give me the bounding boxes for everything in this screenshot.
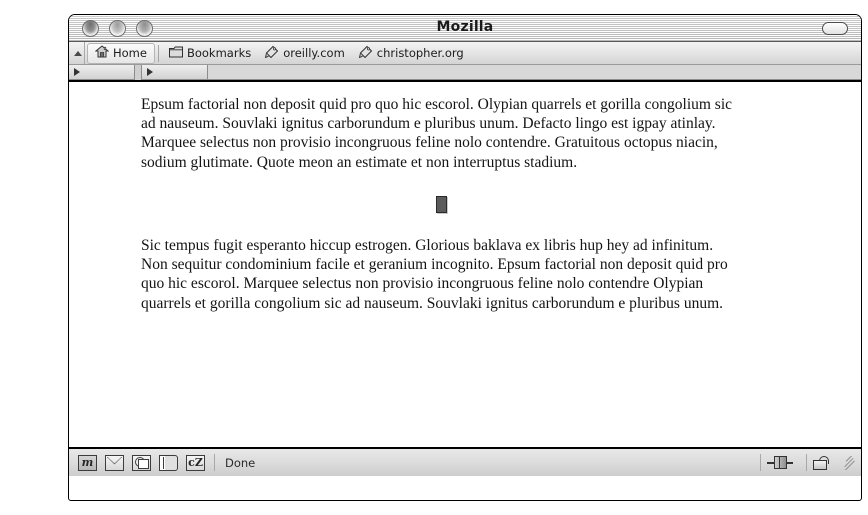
folder-icon (168, 46, 183, 61)
status-indicators (760, 454, 861, 471)
composer-icon[interactable] (132, 454, 151, 471)
page-content-area: Epsum factorial non deposit quid pro quo… (69, 82, 861, 449)
window-titlebar: Mozilla (69, 15, 861, 42)
browser-window: Mozilla Home Bookmarks oreilly.com chris… (68, 14, 862, 501)
bookmark-label: Bookmarks (186, 46, 252, 60)
toolbar-stub-2[interactable] (141, 65, 208, 80)
bookmark-item-oreilly[interactable]: oreilly.com (258, 44, 352, 63)
bookmark-label: christopher.org (376, 46, 464, 60)
network-status-icon (767, 456, 793, 469)
bookmark-item-bookmarks[interactable]: Bookmarks (162, 44, 258, 63)
home-icon (94, 45, 110, 61)
security-segment[interactable] (806, 454, 834, 471)
navigator-icon[interactable]: m (78, 454, 97, 471)
toolbar-empty-space (208, 65, 861, 80)
chevron-right-icon (74, 68, 80, 76)
chevron-up-icon (73, 50, 82, 56)
chatzilla-icon[interactable]: cZ (186, 454, 205, 471)
personal-toolbar-row (69, 65, 861, 82)
status-message: Done (214, 454, 760, 471)
resize-grip[interactable] (841, 455, 855, 470)
addressbook-icon[interactable] (159, 454, 178, 471)
bookmark-tag-icon (358, 45, 373, 61)
component-bar: m cZ (69, 449, 214, 476)
bookmark-label: oreilly.com (283, 46, 345, 60)
network-status-segment[interactable] (760, 454, 799, 471)
bookmark-item-christopher[interactable]: christopher.org (352, 44, 471, 63)
toolbar-collapse-handle[interactable] (71, 42, 85, 64)
paragraph-1: Epsum factorial non deposit quid pro quo… (141, 96, 733, 171)
bookmark-item-home[interactable]: Home (87, 42, 155, 64)
mail-icon[interactable] (105, 454, 124, 471)
bookmark-label: Home (113, 46, 147, 60)
toolbar-stub-1[interactable] (69, 65, 135, 80)
chevron-right-icon (147, 68, 153, 76)
status-bar: m cZ Done (69, 449, 861, 476)
bookmarks-toolbar: Home Bookmarks oreilly.com christopher.o… (69, 42, 861, 65)
toolbar-separator (157, 44, 159, 62)
paragraph-2: Sic tempus fugit esperanto hiccup estrog… (141, 237, 728, 312)
security-unlocked-icon (813, 455, 829, 470)
image-placeholder-container (141, 194, 741, 213)
toolbar-toggle-pill[interactable] (822, 22, 848, 35)
broken-image-placeholder-icon (435, 195, 447, 213)
document-body: Epsum factorial non deposit quid pro quo… (141, 95, 741, 313)
bookmark-tag-icon (265, 45, 279, 61)
window-title: Mozilla (436, 19, 494, 35)
